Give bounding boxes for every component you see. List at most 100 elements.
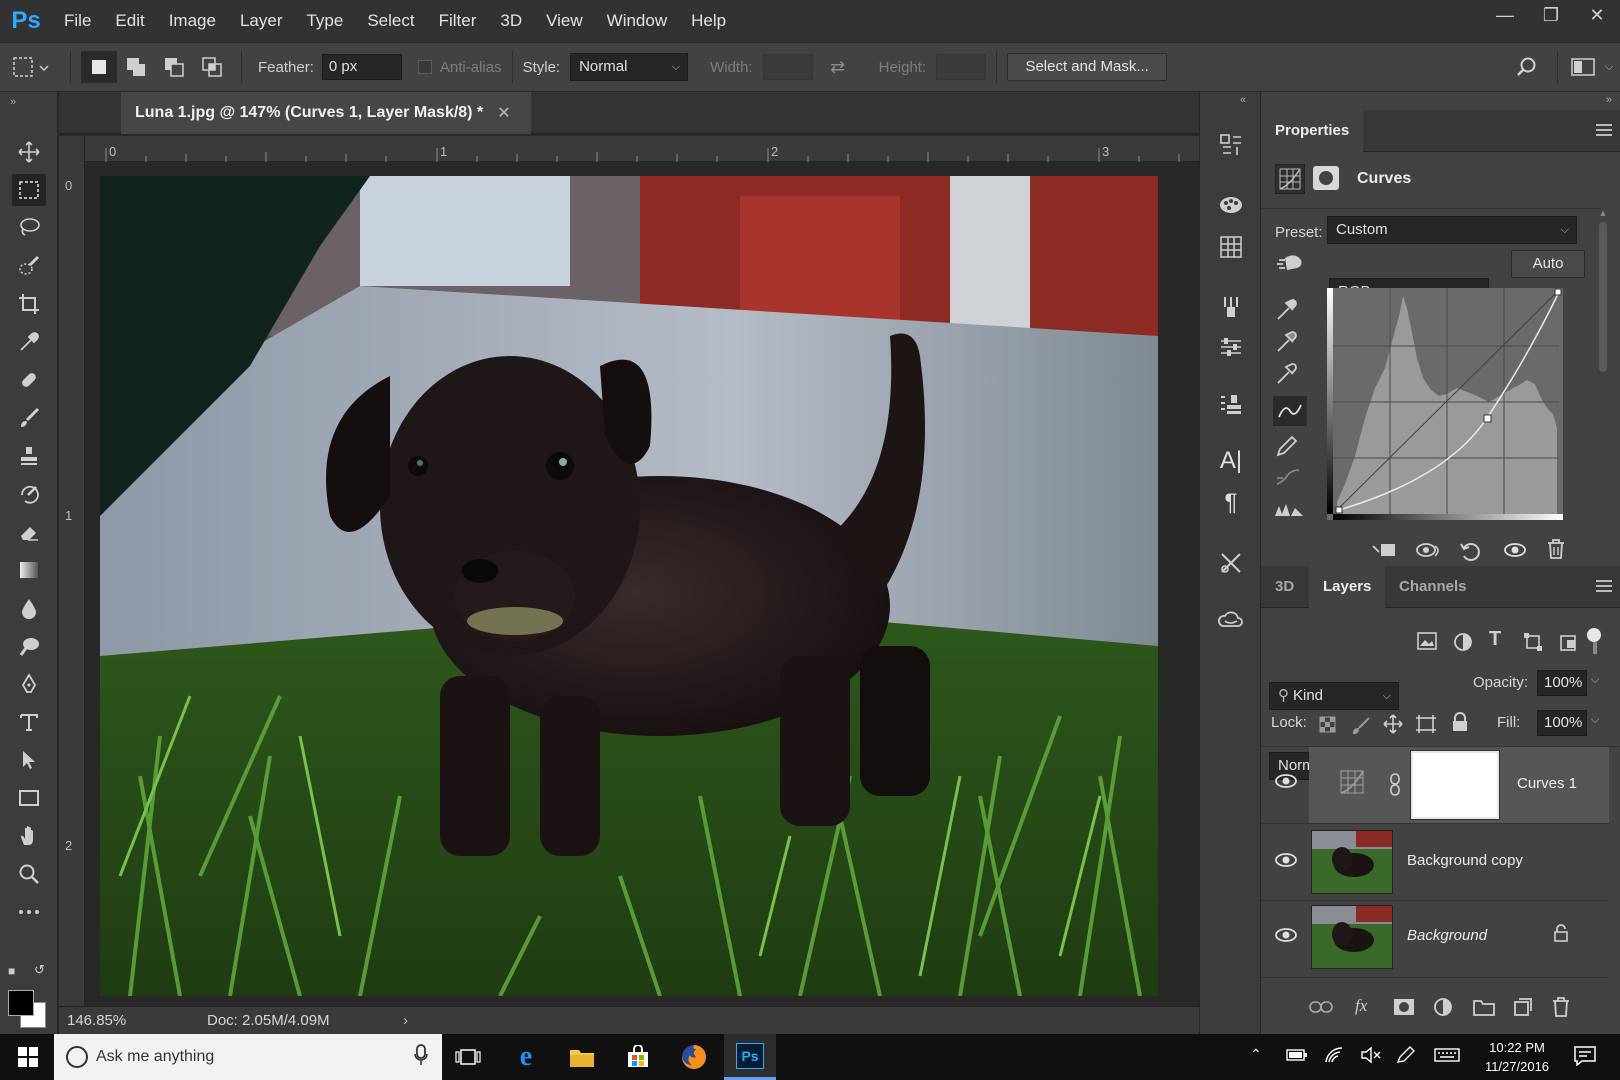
- brush-tool-icon[interactable]: [12, 402, 46, 434]
- lock-position-icon[interactable]: [1383, 714, 1403, 737]
- visibility-eye-icon[interactable]: [1275, 927, 1297, 946]
- store-icon[interactable]: [612, 1034, 664, 1080]
- type-tool-icon[interactable]: [12, 706, 46, 738]
- mask-link-icon[interactable]: [1389, 773, 1401, 800]
- default-colors-icon[interactable]: ■: [8, 964, 15, 978]
- rectangular-marquee-tool-icon[interactable]: [12, 174, 46, 206]
- system-clock[interactable]: 10:22 PM 11/27/2016: [1472, 1038, 1562, 1076]
- photoshop-taskbar-icon[interactable]: Ps: [724, 1034, 776, 1080]
- chevron-down-icon[interactable]: ⌵: [1591, 674, 1599, 687]
- scroll-up-icon[interactable]: ▲: [1597, 208, 1609, 218]
- menu-3d[interactable]: 3D: [488, 0, 534, 42]
- scrollbar-thumb[interactable]: [1599, 222, 1607, 372]
- style-dropdown[interactable]: Normal ⌵: [570, 53, 689, 81]
- filter-smart-objects-icon[interactable]: [1559, 632, 1579, 655]
- feather-input[interactable]: 0 px: [321, 54, 402, 80]
- new-layer-icon[interactable]: [1513, 997, 1533, 1020]
- delete-layer-icon[interactable]: [1551, 996, 1571, 1021]
- hand-tool-icon[interactable]: [12, 820, 46, 852]
- eyedropper-tool-icon[interactable]: [12, 326, 46, 358]
- preset-dropdown[interactable]: Custom ⌵: [1327, 216, 1577, 244]
- lock-transparent-pixels-icon[interactable]: [1319, 716, 1337, 737]
- sample-shadows-eyedropper-icon[interactable]: [1275, 298, 1299, 325]
- intersect-selection-icon[interactable]: [193, 56, 231, 78]
- layer-row[interactable]: Background: [1261, 901, 1609, 977]
- panel-menu-icon[interactable]: [1596, 580, 1612, 592]
- keyboard-icon[interactable]: [1434, 1048, 1460, 1065]
- panel-menu-icon[interactable]: [1596, 124, 1612, 136]
- width-input[interactable]: [762, 54, 813, 80]
- opacity-input[interactable]: 100%: [1537, 670, 1587, 696]
- link-layers-icon[interactable]: [1309, 1000, 1333, 1017]
- firefox-icon[interactable]: [668, 1034, 720, 1080]
- swap-colors-icon[interactable]: ↺: [34, 962, 45, 978]
- chevron-down-icon[interactable]: ⌵: [1591, 714, 1599, 727]
- filter-shape-layers-icon[interactable]: [1523, 632, 1543, 655]
- edge-browser-icon[interactable]: e: [500, 1034, 552, 1080]
- new-group-folder-icon[interactable]: [1473, 998, 1495, 1019]
- volume-muted-icon[interactable]: [1360, 1046, 1382, 1067]
- layer-name[interactable]: Background: [1407, 927, 1487, 944]
- add-layer-mask-icon[interactable]: [1393, 998, 1415, 1019]
- marquee-tool-preset-icon[interactable]: [0, 55, 60, 79]
- menu-filter[interactable]: Filter: [427, 0, 489, 42]
- tab-3d[interactable]: 3D: [1261, 566, 1308, 608]
- quick-selection-tool-icon[interactable]: [12, 250, 46, 282]
- layer-mask-thumbnail[interactable]: [1410, 750, 1500, 820]
- collapse-icon[interactable]: «: [1240, 94, 1246, 106]
- battery-icon[interactable]: [1286, 1048, 1308, 1065]
- color-panel-icon[interactable]: [1214, 188, 1248, 222]
- tool-presets-panel-icon[interactable]: [1214, 546, 1248, 580]
- visibility-eye-icon[interactable]: [1275, 773, 1297, 792]
- menu-image[interactable]: Image: [157, 0, 228, 42]
- action-center-icon[interactable]: [1574, 1046, 1596, 1069]
- layer-mask-icon[interactable]: [1313, 166, 1339, 190]
- targeted-adjustment-icon[interactable]: [1275, 250, 1305, 281]
- zoom-level[interactable]: 146.85%: [67, 1012, 187, 1029]
- layer-thumbnail[interactable]: [1311, 905, 1393, 969]
- eraser-tool-icon[interactable]: [12, 516, 46, 548]
- task-view-icon[interactable]: [442, 1034, 494, 1080]
- microphone-icon[interactable]: [414, 1043, 428, 1071]
- sample-highlights-eyedropper-icon[interactable]: [1275, 362, 1299, 389]
- menu-file[interactable]: File: [52, 0, 103, 42]
- image-canvas[interactable]: [100, 176, 1158, 996]
- reset-adjustment-icon[interactable]: [1459, 540, 1483, 565]
- properties-scrollbar[interactable]: ▲: [1597, 208, 1609, 508]
- delete-adjustment-icon[interactable]: [1545, 538, 1567, 563]
- clipping-warning-icon[interactable]: [1273, 502, 1305, 521]
- new-adjustment-layer-icon[interactable]: [1433, 997, 1453, 1020]
- paragraph-panel-icon[interactable]: ¶: [1214, 486, 1248, 520]
- tab-layers[interactable]: Layers: [1309, 566, 1386, 608]
- rectangle-tool-icon[interactable]: [12, 782, 46, 814]
- subtract-selection-icon[interactable]: [155, 56, 193, 78]
- layer-name[interactable]: Background copy: [1407, 852, 1523, 869]
- auto-button[interactable]: Auto: [1511, 250, 1585, 278]
- layer-row[interactable]: Background copy: [1261, 824, 1609, 900]
- lasso-tool-icon[interactable]: [12, 212, 46, 244]
- layer-style-fx-icon[interactable]: fx: [1355, 996, 1367, 1016]
- brush-presets-panel-icon[interactable]: [1214, 290, 1248, 324]
- visibility-eye-icon[interactable]: [1275, 852, 1297, 871]
- edit-points-curve-icon[interactable]: [1273, 396, 1307, 426]
- document-tab[interactable]: Luna 1.jpg @ 147% (Curves 1, Layer Mask/…: [121, 92, 531, 134]
- smooth-curve-icon[interactable]: [1275, 468, 1301, 493]
- healing-brush-tool-icon[interactable]: [12, 364, 46, 396]
- chevron-right-icon[interactable]: ›: [403, 1012, 408, 1029]
- filter-toggle-icon[interactable]: [1587, 628, 1603, 654]
- toggle-visibility-icon[interactable]: [1503, 540, 1527, 563]
- curves-graph[interactable]: [1327, 288, 1563, 520]
- history-brush-tool-icon[interactable]: [12, 478, 46, 510]
- pen-tool-icon[interactable]: [12, 668, 46, 700]
- view-previous-state-icon[interactable]: [1415, 540, 1443, 563]
- filter-pixel-layers-icon[interactable]: [1417, 632, 1437, 653]
- show-hidden-icons-icon[interactable]: ⌃: [1250, 1046, 1262, 1063]
- search-icon[interactable]: [1507, 56, 1547, 78]
- restore-icon[interactable]: ❐: [1528, 0, 1574, 30]
- menu-window[interactable]: Window: [595, 0, 679, 42]
- filter-type-layers-icon[interactable]: T: [1489, 628, 1501, 651]
- draw-curve-pencil-icon[interactable]: [1275, 434, 1299, 461]
- menu-layer[interactable]: Layer: [228, 0, 295, 42]
- layer-name[interactable]: Curves 1: [1517, 775, 1577, 792]
- foreground-color-swatch[interactable]: [8, 990, 34, 1016]
